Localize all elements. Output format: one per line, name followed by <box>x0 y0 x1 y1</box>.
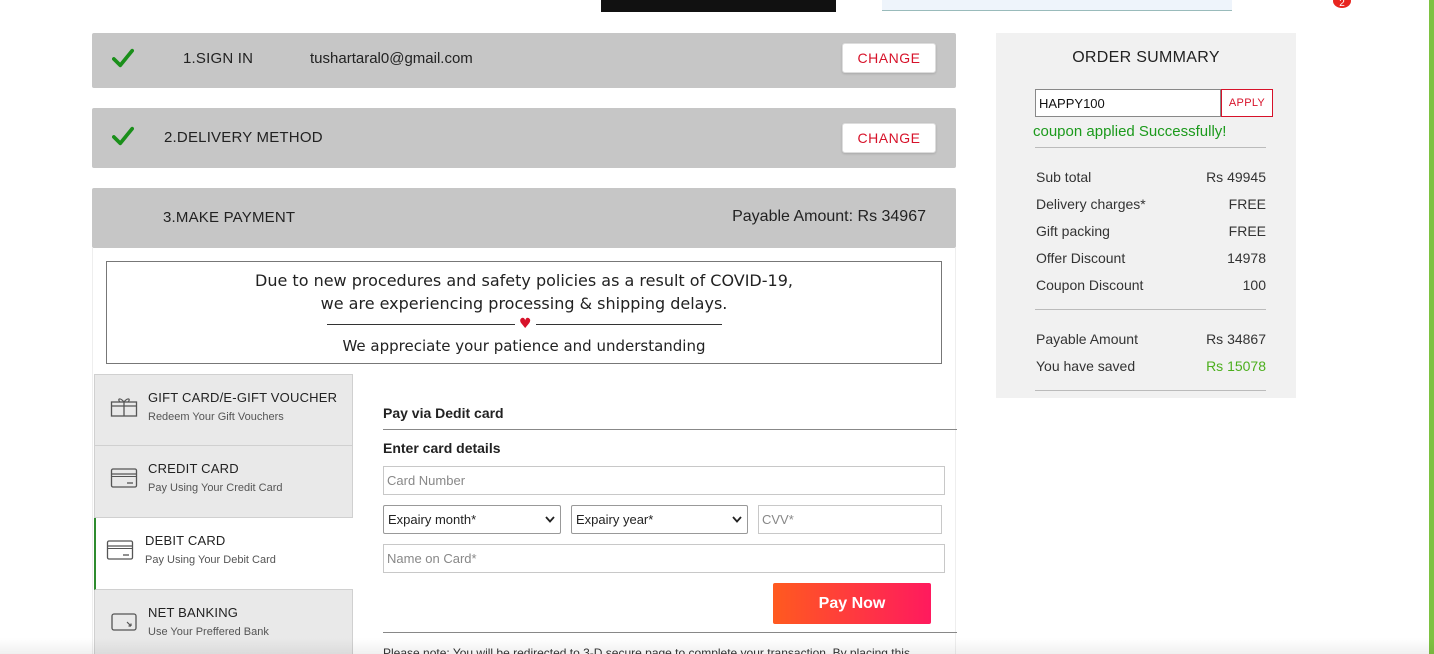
divider <box>1035 147 1266 148</box>
expiry-month-select[interactable]: Expairy month* <box>383 505 561 534</box>
name-on-card-input[interactable] <box>383 544 945 573</box>
tab-subtitle: Redeem Your Gift Vouchers <box>148 411 284 423</box>
tab-debit-card[interactable]: DEBIT CARD Pay Using Your Debit Card <box>94 518 353 590</box>
summary-label: Delivery charges* <box>1036 196 1146 212</box>
divider <box>383 632 957 633</box>
chevron-down-icon <box>732 516 742 523</box>
expiry-year-value: Expairy year* <box>576 512 654 527</box>
summary-label: Coupon Discount <box>1036 277 1144 293</box>
step-title: 3.MAKE PAYMENT <box>163 209 296 226</box>
summary-value: FREE <box>1228 196 1266 212</box>
step-title: 2.DELIVERY METHOD <box>164 129 323 146</box>
check-icon <box>112 48 134 68</box>
coupon-success-message: coupon applied Successfully! <box>1033 123 1227 140</box>
summary-value: Rs 34867 <box>1206 331 1266 347</box>
check-icon <box>112 126 134 146</box>
payment-panel: Due to new procedures and safety policie… <box>92 248 957 654</box>
user-email: tushartaral0@gmail.com <box>310 50 473 67</box>
pay-now-button[interactable]: Pay Now <box>773 583 931 624</box>
expiry-month-value: Expairy month* <box>388 512 477 527</box>
summary-value: 100 <box>1242 277 1266 293</box>
tab-credit-card[interactable]: CREDIT CARD Pay Using Your Credit Card <box>94 446 353 518</box>
apply-coupon-button[interactable]: APPLY <box>1221 89 1273 117</box>
tab-subtitle: Pay Using Your Credit Card <box>148 482 283 494</box>
summary-value: Rs 49945 <box>1206 169 1266 185</box>
summary-title: ORDER SUMMARY <box>1072 49 1220 66</box>
summary-label: Gift packing <box>1036 223 1110 239</box>
expiry-year-select[interactable]: Expairy year* <box>571 505 748 534</box>
gift-icon <box>110 398 138 417</box>
covid-notice-line: Due to new procedures and safety policie… <box>255 271 793 290</box>
payment-method-tabs: GIFT CARD/E-GIFT VOUCHER Redeem Your Gif… <box>94 374 353 654</box>
step-make-payment: 3.MAKE PAYMENT Payable Amount: Rs 34967 <box>92 188 956 248</box>
credit-card-icon <box>110 468 138 488</box>
search-input[interactable] <box>882 0 1232 11</box>
tab-net-banking[interactable]: NET BANKING Use Your Preffered Bank <box>94 590 353 654</box>
summary-value: FREE <box>1228 223 1266 239</box>
cart-count-badge: 2 <box>1333 0 1351 9</box>
summary-label: Sub total <box>1036 169 1092 185</box>
divider <box>383 429 957 430</box>
redirect-note: Please note: You will be redirected to 3… <box>383 646 910 654</box>
covid-notice-line: We appreciate your patience and understa… <box>342 337 706 355</box>
form-subtitle: Enter card details <box>383 440 501 456</box>
site-logo[interactable] <box>601 0 836 12</box>
order-summary: ORDER SUMMARY APPLY coupon applied Succe… <box>996 33 1296 398</box>
divider <box>1035 390 1266 391</box>
change-sign-in-button[interactable]: CHANGE <box>842 43 936 73</box>
form-title: Pay via Dedit card <box>383 405 504 421</box>
step-delivery-method: 2.DELIVERY METHOD CHANGE <box>92 108 956 168</box>
chevron-down-icon <box>545 516 555 523</box>
summary-saved-value: Rs 15078 <box>1206 358 1266 374</box>
scroll-accent-bar <box>1429 0 1434 654</box>
tab-gift-card[interactable]: GIFT CARD/E-GIFT VOUCHER Redeem Your Gif… <box>94 374 353 446</box>
bank-icon <box>111 613 137 631</box>
step-title: 1.SIGN IN <box>183 50 254 67</box>
cvv-input[interactable] <box>758 505 942 534</box>
coupon-input[interactable] <box>1035 89 1221 117</box>
debit-card-icon <box>106 540 134 560</box>
tab-title: NET BANKING <box>148 605 239 620</box>
summary-label: Payable Amount <box>1036 331 1138 347</box>
change-delivery-button[interactable]: CHANGE <box>842 123 936 153</box>
divider <box>1035 309 1266 310</box>
summary-label: Offer Discount <box>1036 250 1126 266</box>
payable-amount: Payable Amount: Rs 34967 <box>732 208 926 225</box>
step-sign-in: 1.SIGN IN tushartaral0@gmail.com CHANGE <box>92 33 956 88</box>
checkout-page: 2 1.SIGN IN tushartaral0@gmail.com CHANG… <box>0 0 1434 654</box>
covid-notice-banner: Due to new procedures and safety policie… <box>106 261 942 364</box>
card-number-input[interactable] <box>383 466 945 495</box>
heart-icon: ♥ <box>515 317 536 331</box>
summary-value: 14978 <box>1227 250 1266 266</box>
covid-notice-line: we are experiencing processing & shippin… <box>320 294 728 313</box>
tab-title: CREDIT CARD <box>148 461 239 476</box>
summary-label: You have saved <box>1036 358 1136 374</box>
tab-title: GIFT CARD/E-GIFT VOUCHER <box>148 390 338 405</box>
tab-subtitle: Pay Using Your Debit Card <box>145 554 276 566</box>
tab-subtitle: Use Your Preffered Bank <box>148 626 269 638</box>
tab-title: DEBIT CARD <box>145 533 226 548</box>
